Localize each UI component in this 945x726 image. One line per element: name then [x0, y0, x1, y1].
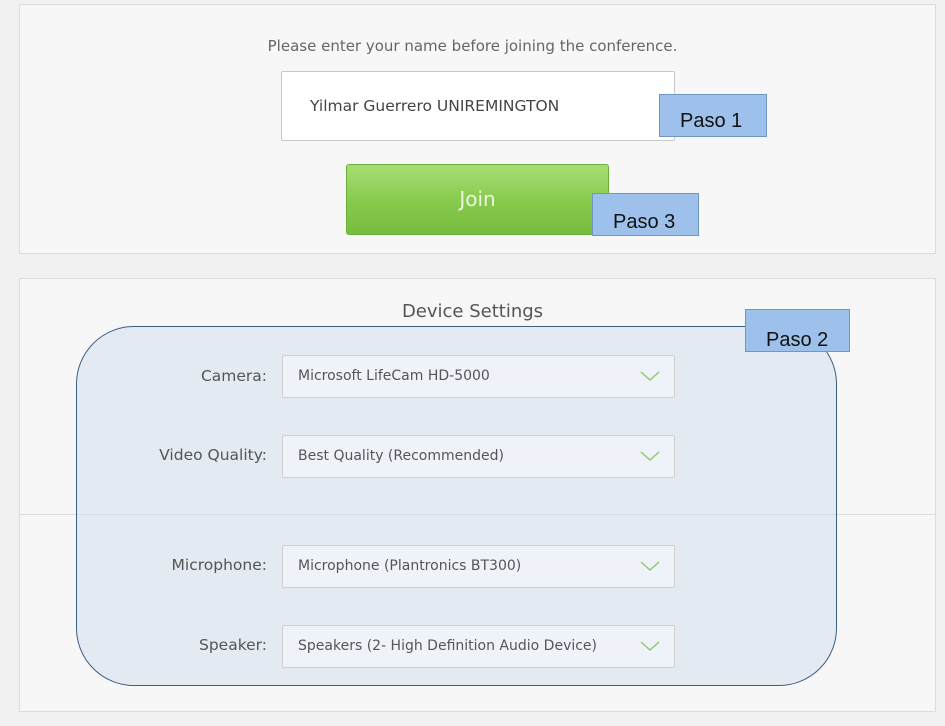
microphone-label: Microphone: [171, 556, 267, 574]
video-quality-select[interactable]: Best Quality (Recommended) [282, 435, 675, 478]
callout-paso-3-label: Paso 3 [613, 211, 676, 233]
callout-paso-1: Paso 1 [659, 94, 767, 137]
microphone-value: Microphone (Plantronics BT300) [298, 558, 522, 574]
camera-label: Camera: [200, 367, 267, 385]
microphone-select[interactable]: Microphone (Plantronics BT300) [282, 545, 675, 588]
callout-paso-3: Paso 3 [592, 193, 699, 236]
callout-paso-1-label: Paso 1 [680, 110, 743, 132]
chevron-down-icon [640, 451, 660, 462]
chevron-down-icon [640, 371, 660, 382]
video-quality-label: Video Quality: [159, 446, 267, 464]
join-prompt: Please enter your name before joining th… [267, 37, 678, 55]
speaker-label: Speaker: [199, 636, 267, 654]
speaker-value: Speakers (2- High Definition Audio Devic… [298, 638, 598, 654]
callout-paso-2-label: Paso 2 [766, 329, 829, 351]
camera-value: Microsoft LifeCam HD-5000 [298, 368, 490, 384]
video-quality-value: Best Quality (Recommended) [298, 448, 504, 464]
chevron-down-icon [640, 561, 660, 572]
chevron-down-icon [640, 641, 660, 652]
callout-paso-2: Paso 2 [745, 309, 850, 352]
name-input[interactable]: Yilmar Guerrero UNIREMINGTON [281, 71, 675, 141]
camera-select[interactable]: Microsoft LifeCam HD-5000 [282, 355, 675, 398]
speaker-select[interactable]: Speakers (2- High Definition Audio Devic… [282, 625, 675, 668]
join-button[interactable]: Join [346, 164, 609, 235]
